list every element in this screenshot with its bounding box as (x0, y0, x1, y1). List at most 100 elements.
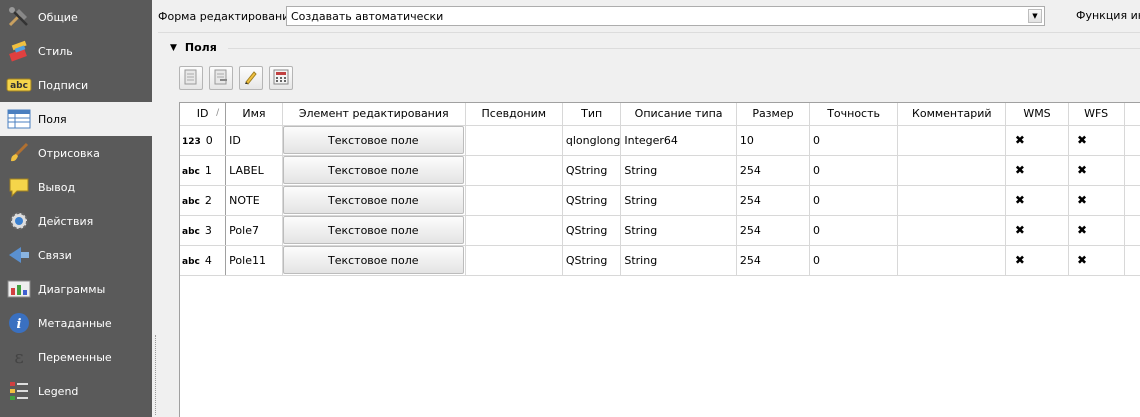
cell-comment[interactable] (897, 155, 1007, 186)
fields-toolbar (179, 66, 299, 90)
cell-length: 254 (736, 155, 811, 186)
table-icon (6, 106, 32, 132)
sidebar-item-style[interactable]: Стиль (0, 34, 152, 68)
cell-name[interactable]: Pole11 (225, 245, 283, 276)
sidebar-item-rendering[interactable]: Отрисовка (0, 136, 152, 170)
cell-name[interactable]: ID (225, 125, 283, 156)
sidebar-item-label: Стиль (38, 44, 73, 58)
sidebar-item-actions[interactable]: Действия (0, 204, 152, 238)
tools-icon (6, 4, 32, 30)
edit-widget-button[interactable]: Текстовое поле (282, 126, 464, 154)
sidebar-item-labels[interactable]: abc Подписи (0, 68, 152, 102)
wfs-checkbox[interactable]: ✖ (1076, 223, 1089, 237)
column-header-widget[interactable]: Элемент редактирования (282, 103, 466, 126)
edit-widget-button[interactable]: Текстовое поле (282, 246, 464, 274)
delete-field-icon (213, 69, 229, 88)
divider (228, 48, 1140, 49)
edit-widget-button[interactable]: Текстовое поле (282, 156, 464, 184)
sidebar-item-variables[interactable]: ε Переменные (0, 340, 152, 374)
field-calculator-button[interactable] (269, 66, 293, 90)
cell-name[interactable]: LABEL (225, 155, 283, 186)
cell-comment[interactable] (897, 245, 1007, 276)
field-type-icon: abc (182, 226, 200, 237)
column-header-name[interactable]: Имя (225, 103, 283, 126)
table-row[interactable]: abc 1 LABEL Текстовое поле QString String 254 0… (180, 155, 1140, 186)
wms-checkbox[interactable]: ✖ (1013, 223, 1026, 237)
sidebar-item-joins[interactable]: Связи (0, 238, 152, 272)
delete-field-button[interactable] (209, 66, 233, 90)
wms-checkbox[interactable]: ✖ (1013, 193, 1026, 207)
wfs-checkbox[interactable]: ✖ (1076, 133, 1089, 147)
cell-wfs: ✖ (1068, 215, 1125, 246)
cell-name[interactable]: NOTE (225, 185, 283, 216)
cell-name[interactable]: Pole7 (225, 215, 283, 246)
svg-text:ε: ε (14, 347, 23, 368)
cell-alias[interactable] (465, 155, 563, 186)
sidebar-item-label: Метаданные (38, 316, 112, 330)
cell-id[interactable]: abc 2 (180, 185, 227, 216)
cell-precision: 0 (809, 125, 899, 156)
cell-wfs: ✖ (1068, 125, 1125, 156)
wfs-checkbox[interactable]: ✖ (1076, 193, 1089, 207)
cell-wms: ✖ (1005, 215, 1069, 246)
edit-widget-button[interactable]: Текстовое поле (282, 186, 464, 214)
cell-id[interactable]: abc 1 (180, 155, 227, 186)
table-row[interactable]: abc 2 NOTE Текстовое поле QString String 254 0 ✖… (180, 185, 1140, 216)
cell-alias[interactable] (465, 215, 563, 246)
cell-id[interactable]: 123 0 (180, 125, 227, 156)
legend-icon (6, 378, 32, 404)
wms-checkbox[interactable]: ✖ (1013, 133, 1026, 147)
wfs-checkbox[interactable]: ✖ (1076, 253, 1089, 267)
splitter-grip[interactable] (155, 335, 156, 415)
sidebar-item-fields[interactable]: Поля (0, 102, 152, 136)
cell-wms: ✖ (1005, 245, 1069, 276)
sidebar-item-diagrams[interactable]: Диаграммы (0, 272, 152, 306)
cell-type: QString (562, 245, 622, 276)
field-id: 3 (204, 223, 212, 237)
column-header-length[interactable]: Размер (736, 103, 811, 126)
wfs-checkbox[interactable]: ✖ (1076, 163, 1089, 177)
column-header-wfs[interactable]: WFS (1068, 103, 1125, 126)
cell-comment[interactable] (897, 215, 1007, 246)
cell-alias[interactable] (465, 245, 563, 276)
cell-widget: Текстовое поле (282, 185, 466, 216)
column-header-id[interactable]: ID ∕ (180, 103, 227, 126)
cell-type-desc: String (620, 185, 737, 216)
sidebar: Общие Стиль abc Подписи Поля Отрисовка В… (0, 0, 152, 417)
svg-text:abc: abc (10, 81, 28, 91)
sidebar-item-legend[interactable]: Legend (0, 374, 152, 408)
cell-widget: Текстовое поле (282, 215, 466, 246)
cell-alias[interactable] (465, 125, 563, 156)
new-field-button[interactable] (179, 66, 203, 90)
sidebar-item-display[interactable]: Вывод (0, 170, 152, 204)
column-header-alias[interactable]: Псевдоним (465, 103, 563, 126)
cell-comment[interactable] (897, 185, 1007, 216)
cell-alias[interactable] (465, 185, 563, 216)
new-field-icon (183, 69, 199, 88)
column-header-wms[interactable]: WMS (1005, 103, 1069, 126)
cell-type: QString (562, 155, 622, 186)
column-header-comment[interactable]: Комментарий (897, 103, 1007, 126)
column-header-precision[interactable]: Точность (809, 103, 899, 126)
chevron-down-icon[interactable]: ▼ (1028, 9, 1042, 23)
cell-type-desc: Integer64 (620, 125, 737, 156)
sidebar-item-metadata[interactable]: i Метаданные (0, 306, 152, 340)
table-row[interactable]: abc 3 Pole7 Текстовое поле QString String 254 0… (180, 215, 1140, 246)
table-header-row: ID ∕ Имя Элемент редактирования Псевдоним… (180, 103, 1140, 126)
sidebar-item-general[interactable]: Общие (0, 0, 152, 34)
edit-widget-button[interactable]: Текстовое поле (282, 216, 464, 244)
cell-filler (1124, 245, 1140, 276)
column-header-type[interactable]: Тип (562, 103, 622, 126)
form-type-select[interactable]: Создавать автоматически ▼ (286, 6, 1045, 26)
cell-id[interactable]: abc 4 (180, 245, 227, 276)
cell-id[interactable]: abc 3 (180, 215, 227, 246)
table-row[interactable]: 123 0 ID Текстовое поле qlonglong Integer64 10… (180, 125, 1140, 156)
toggle-edit-button[interactable] (239, 66, 263, 90)
collapse-triangle-icon[interactable]: ▼ (170, 43, 177, 53)
cell-comment[interactable] (897, 125, 1007, 156)
fields-group-header[interactable]: ▼ Поля (170, 41, 217, 54)
column-header-type-desc[interactable]: Описание типа (620, 103, 737, 126)
table-row[interactable]: abc 4 Pole11 Текстовое поле QString String 254… (180, 245, 1140, 276)
wms-checkbox[interactable]: ✖ (1013, 163, 1026, 177)
wms-checkbox[interactable]: ✖ (1013, 253, 1026, 267)
